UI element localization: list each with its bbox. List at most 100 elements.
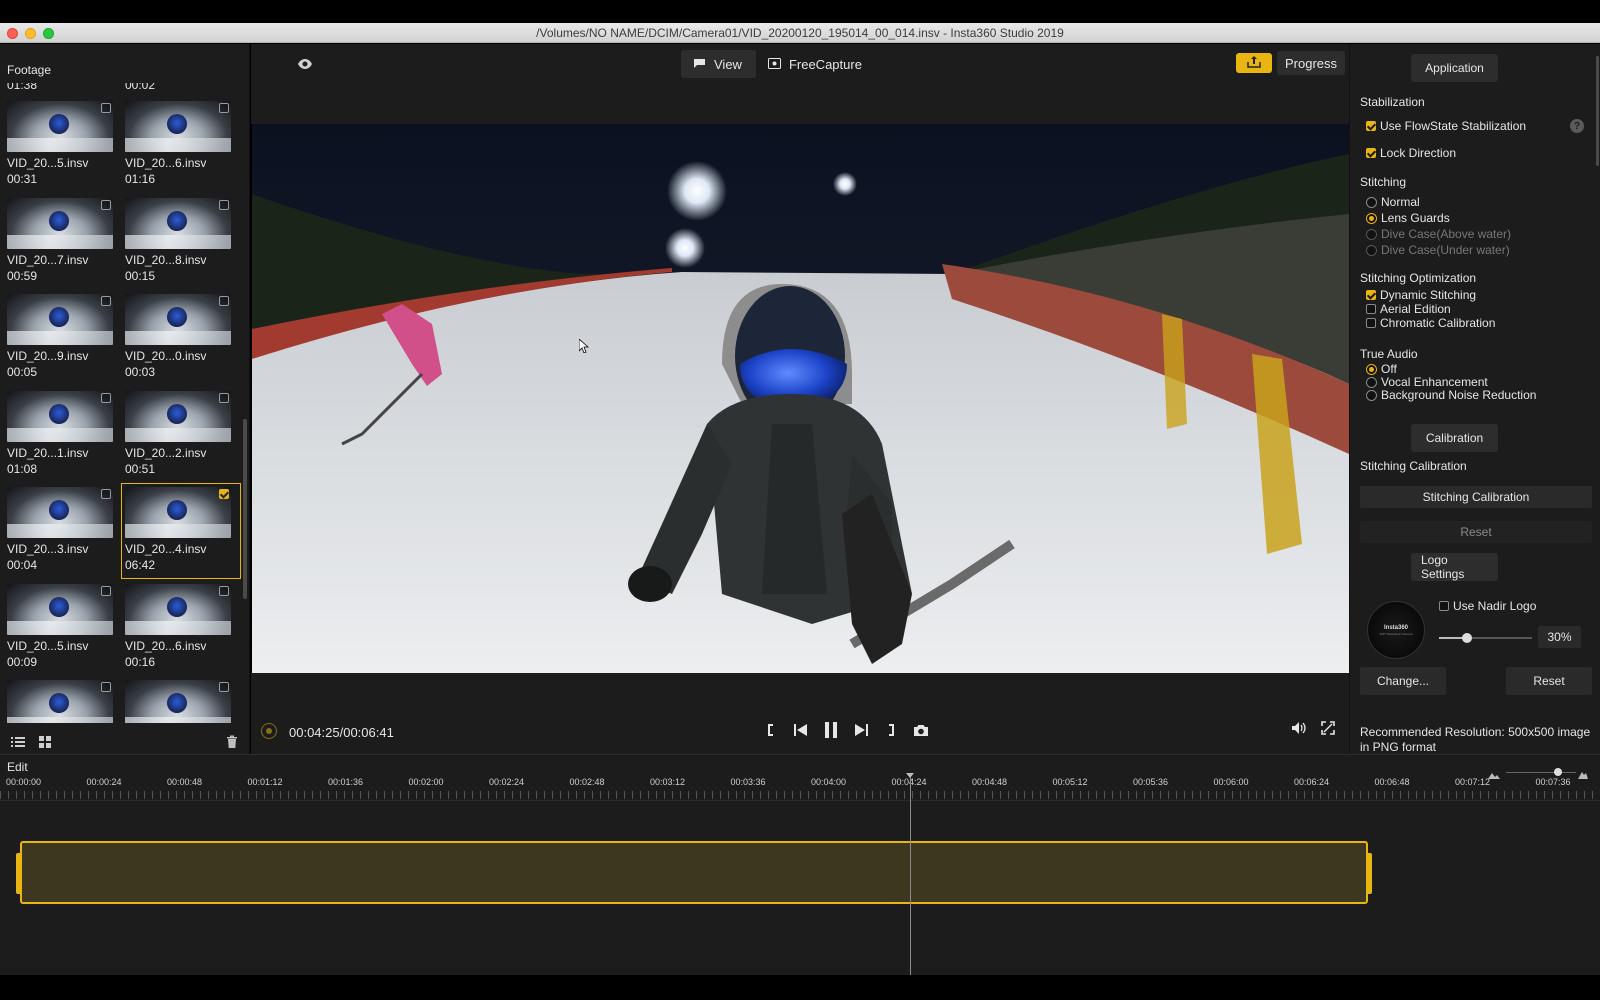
clip-trim-end-handle[interactable] [1366, 853, 1372, 894]
radio-noise-reduction[interactable] [1366, 389, 1377, 401]
stitching-lens-guards-radio[interactable]: Lens Guards [1366, 211, 1450, 225]
window-titlebar: /Volumes/NO NAME/DCIM/Camera01/VID_20200… [0, 23, 1600, 43]
settings-scrollbar[interactable] [1596, 56, 1599, 166]
ruler-tick-label: 00:00:48 [167, 777, 203, 787]
thumbnail-checkbox[interactable] [101, 199, 111, 210]
mark-in-button[interactable] [756, 718, 786, 742]
next-button[interactable] [846, 718, 876, 742]
thumbnail-checkbox[interactable] [219, 103, 229, 113]
thumbnail-checkbox[interactable] [101, 585, 111, 596]
tab-view[interactable]: View [681, 50, 756, 78]
nadir-logo-check-box[interactable] [1439, 601, 1449, 611]
radio-dive-under[interactable] [1366, 244, 1377, 256]
trash-icon[interactable] [225, 735, 239, 749]
radio-dive-above[interactable] [1366, 228, 1377, 240]
footage-thumbnail[interactable]: VID_20...9.insv 00:05 [7, 294, 119, 382]
radio-vocal-enhancement[interactable] [1366, 376, 1377, 388]
nadir-logo-checkbox[interactable]: Use Nadir Logo [1439, 599, 1536, 613]
volume-icon[interactable] [1291, 721, 1307, 738]
chromatic-calibration-checkbox[interactable]: Chromatic Calibration [1366, 316, 1495, 330]
thumbnail-checkbox[interactable] [219, 682, 229, 692]
lock-direction-checkbox[interactable]: Lock Direction [1366, 146, 1456, 160]
radio-lens-guards[interactable] [1366, 212, 1377, 224]
tab-application[interactable]: Application [1411, 54, 1498, 82]
logo-reset-button[interactable]: Reset [1506, 667, 1592, 695]
thumbnail-checkbox[interactable] [219, 585, 229, 596]
footage-thumbnail[interactable]: VID_20...6.insv 00:16 [125, 583, 237, 672]
logo-opacity-value[interactable]: 30% [1538, 626, 1581, 648]
radio-normal[interactable] [1366, 196, 1377, 208]
export-button[interactable] [1236, 53, 1272, 73]
thumbnail-checkbox[interactable] [219, 199, 229, 210]
tab-calibration[interactable]: Calibration [1411, 424, 1498, 452]
help-icon[interactable]: ? [1570, 119, 1584, 133]
progress-button[interactable]: Progress [1277, 51, 1346, 75]
chromatic-calibration-check-box[interactable] [1366, 318, 1376, 328]
thumbnail-grid[interactable]: 01:38 00:02 VID_20...5.insv 00:31 VID_20..… [0, 83, 242, 723]
footage-thumbnail[interactable]: VID_20...3.insv 00:04 [7, 487, 119, 575]
thumbnail-checkbox[interactable] [219, 489, 229, 499]
fullscreen-icon[interactable] [1321, 721, 1335, 738]
flowstate-check-box[interactable] [1366, 121, 1376, 131]
snapshot-button[interactable] [906, 718, 936, 742]
thumbnail-checkbox[interactable] [101, 103, 111, 113]
vocal-enhancement-radio[interactable]: Vocal Enhancement [1366, 375, 1488, 389]
logo-opacity-slider[interactable] [1439, 633, 1532, 643]
footage-thumbnail[interactable]: VID_20...0.insv 00:03 [125, 294, 237, 382]
footage-thumbnail[interactable]: VID_20...4.insv 06:42 [121, 483, 241, 579]
radio-vocal-enhancement-label: Vocal Enhancement [1381, 375, 1488, 389]
previous-button[interactable] [786, 718, 816, 742]
thumbnail-duration: 00:51 [125, 461, 156, 476]
footage-thumbnail[interactable]: VID_20...1.insv 01:08 [7, 390, 119, 479]
thumbnail-checkbox[interactable] [219, 392, 229, 403]
stitching-normal-radio[interactable]: Normal [1366, 195, 1420, 209]
radio-dive-under-label: Dive Case(Under water) [1381, 243, 1510, 257]
stitching-calibration-button[interactable]: Stitching Calibration [1360, 486, 1592, 508]
footage-header: Footage [7, 63, 52, 77]
grid-view-icon[interactable] [38, 735, 52, 749]
timeline-clip[interactable] [16, 841, 1372, 904]
stitching-dive-under-radio[interactable]: Dive Case(Under water) [1366, 243, 1510, 257]
footage-thumbnail[interactable]: VID_20...5.insv 00:31 [7, 101, 119, 189]
audio-off-radio[interactable]: Off [1366, 362, 1397, 376]
playhead[interactable] [906, 773, 914, 975]
footage-thumbnail[interactable] [7, 680, 119, 723]
noise-reduction-radio[interactable]: Background Noise Reduction [1366, 388, 1536, 402]
footage-thumbnail[interactable]: VID_20...6.insv 01:16 [125, 101, 237, 189]
thumbnail-duration: 01:16 [125, 172, 156, 186]
sidebar-scrollbar[interactable] [243, 419, 247, 599]
footage-thumbnail[interactable]: VID_20...7.insv 00:59 [7, 197, 119, 286]
aerial-edition-checkbox[interactable]: Aerial Edition [1366, 302, 1451, 316]
lock-direction-check-box[interactable] [1366, 148, 1376, 158]
thumbnail-duration: 06:42 [125, 558, 156, 572]
radio-audio-off[interactable] [1366, 363, 1377, 375]
timeline-ruler[interactable]: 00:00:00 00:00:24 00:00:48 00:01:12 00:01:36… [0, 775, 1600, 801]
footage-thumbnail[interactable]: VID_20...2.insv 00:51 [125, 390, 237, 479]
video-preview[interactable] [252, 124, 1349, 673]
footage-thumbnail[interactable] [125, 680, 237, 723]
thumbnail-checkbox[interactable] [101, 682, 111, 692]
dynamic-stitching-check-box[interactable] [1366, 290, 1376, 300]
logo-opacity-knob[interactable] [1461, 633, 1472, 643]
mark-out-button[interactable] [876, 718, 906, 742]
thumbnail-checkbox[interactable] [101, 296, 111, 306]
list-view-icon[interactable] [11, 735, 25, 749]
keyframe-icon[interactable] [261, 723, 277, 739]
footage-thumbnail[interactable]: VID_20...5.insv 00:09 [7, 583, 119, 672]
thumbnail-duration: 00:31 [7, 172, 38, 186]
eye-icon[interactable] [297, 58, 313, 73]
tab-freecapture[interactable]: FreeCapture [756, 50, 876, 78]
stitching-dive-above-radio[interactable]: Dive Case(Above water) [1366, 227, 1511, 241]
thumbnail-checkbox[interactable] [101, 489, 111, 499]
calibration-reset-button[interactable]: Reset [1360, 521, 1592, 543]
clip-trim-start-handle[interactable] [16, 853, 22, 894]
dynamic-stitching-checkbox[interactable]: Dynamic Stitching [1366, 288, 1476, 302]
footage-thumbnail[interactable]: VID_20...8.insv 00:15 [125, 197, 237, 286]
tab-logo-settings[interactable]: Logo Settings [1411, 553, 1498, 581]
aerial-edition-check-box[interactable] [1366, 304, 1376, 314]
flowstate-checkbox[interactable]: Use FlowState Stabilization [1366, 119, 1526, 133]
thumbnail-checkbox[interactable] [219, 296, 229, 306]
change-logo-button[interactable]: Change... [1360, 667, 1446, 695]
pause-button[interactable] [816, 718, 846, 742]
thumbnail-checkbox[interactable] [101, 392, 111, 403]
